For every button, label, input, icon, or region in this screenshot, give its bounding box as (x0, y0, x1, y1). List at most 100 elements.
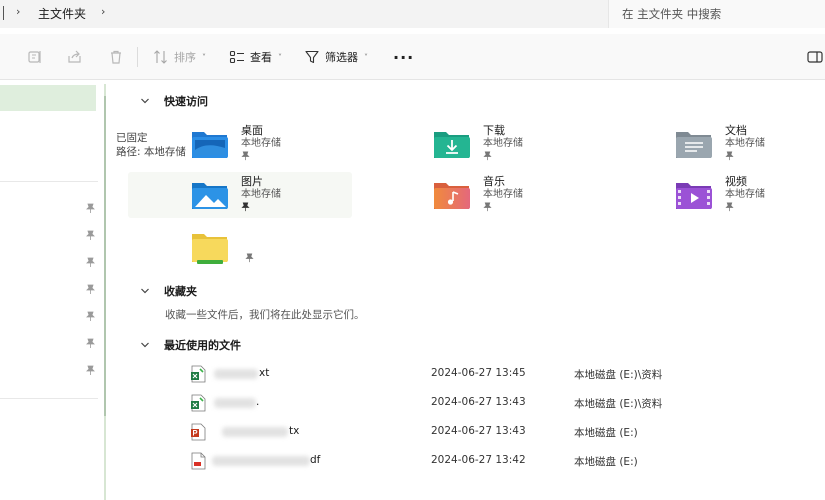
toolbar-divider (137, 47, 138, 67)
filter-icon (305, 50, 319, 64)
file-name: df (310, 454, 321, 466)
sort-button[interactable]: 排序 ˅ (153, 47, 206, 67)
file-location: 本地磁盘 (E:)\资料 (574, 398, 663, 410)
pane-splitter-shadow (104, 96, 106, 416)
quick-access-pictures[interactable]: 图片 本地存储 (191, 175, 281, 215)
pin-icon (483, 151, 492, 161)
favorites-header[interactable]: 收藏夹 (140, 283, 197, 299)
breadcrumb-chevron-icon[interactable]: › (16, 5, 20, 18)
tile-location: 本地存储 (725, 138, 765, 149)
nav-pin-icon[interactable] (86, 365, 95, 376)
pin-icon (725, 151, 734, 161)
quick-access-music[interactable]: 音乐 本地存储 (433, 175, 523, 215)
window-edge (0, 6, 4, 20)
share-icon[interactable] (66, 48, 84, 66)
tile-name: 视频 (725, 175, 747, 188)
filter-label: 筛选器 (325, 51, 358, 64)
nav-divider (0, 181, 98, 182)
yellow-folder-icon (192, 234, 228, 264)
search-input[interactable] (609, 0, 809, 28)
nav-pin-icon[interactable] (86, 338, 95, 349)
quick-access-desktop[interactable]: 桌面 本地存储 (191, 124, 281, 164)
breadcrumb-expand-chevron-icon[interactable]: › (101, 5, 105, 18)
redacted-filename (214, 369, 258, 379)
excel-file-icon (191, 394, 206, 412)
address-bar: › 主文件夹 › (0, 0, 825, 28)
delete-icon[interactable] (107, 48, 125, 66)
view-chevron-down-icon: ˅ (278, 52, 282, 62)
quick-access-videos[interactable]: 视频 本地存储 (675, 175, 765, 215)
videos-folder-icon (676, 183, 712, 209)
file-location: 本地磁盘 (E:)\资料 (574, 369, 663, 381)
tile-location: 本地存储 (241, 189, 281, 200)
quick-access-folder[interactable] (191, 226, 254, 266)
details-pane-icon[interactable] (806, 48, 824, 66)
view-icon (229, 50, 244, 64)
recent-file-row[interactable]: tx 2024-06-27 13:43 本地磁盘 (E:) (188, 422, 825, 444)
file-date: 2024-06-27 13:43 (431, 396, 526, 408)
nav-pin-icon[interactable] (86, 203, 95, 214)
sort-icon (154, 50, 167, 64)
pinned-tooltip: 已固定 路径: 本地存储 (116, 131, 186, 159)
chevron-down-icon (141, 288, 149, 294)
desktop-folder-icon (192, 132, 228, 158)
redacted-filename (212, 456, 310, 466)
music-folder-icon (434, 183, 470, 209)
chevron-down-icon (141, 98, 149, 104)
favorites-empty-message: 收藏一些文件后，我们将在此处显示它们。 (165, 309, 365, 321)
tile-location: 本地存储 (483, 189, 523, 200)
tile-name: 文档 (725, 124, 747, 137)
more-options-button[interactable]: ··· (393, 48, 414, 67)
section-title: 快速访问 (164, 95, 208, 108)
nav-pin-icon[interactable] (86, 284, 95, 295)
tile-name: 图片 (241, 175, 263, 188)
pin-icon (725, 202, 734, 212)
file-name: tx (289, 425, 300, 437)
pin-icon (241, 202, 250, 212)
pin-icon (241, 151, 250, 161)
nav-pin-icon[interactable] (86, 311, 95, 322)
powerpoint-file-icon (191, 423, 206, 441)
pin-icon (245, 253, 254, 263)
file-location: 本地磁盘 (E:) (574, 427, 638, 439)
tile-location: 本地存储 (241, 138, 281, 149)
tile-name: 桌面 (241, 124, 263, 137)
tile-name: 下载 (483, 124, 505, 137)
recent-files-header[interactable]: 最近使用的文件 (140, 337, 241, 353)
section-title: 收藏夹 (164, 285, 197, 298)
command-bar: 排序 ˅ 查看 ˅ 筛选器 ˅ ··· (0, 34, 825, 80)
redacted-filename (214, 398, 256, 408)
file-date: 2024-06-27 13:43 (431, 425, 526, 437)
filter-chevron-down-icon: ˅ (364, 52, 368, 62)
recent-file-row[interactable]: df 2024-06-27 13:42 本地磁盘 (E:) (188, 451, 825, 473)
pdf-file-icon (191, 452, 206, 470)
breadcrumb-current[interactable]: 主文件夹 (38, 5, 86, 22)
nav-divider (0, 398, 98, 399)
view-button[interactable]: 查看 ˅ (229, 47, 282, 67)
tooltip-line: 路径: 本地存储 (116, 146, 186, 158)
recent-file-row[interactable]: . 2024-06-27 13:43 本地磁盘 (E:)\资料 (188, 393, 825, 415)
recent-file-row[interactable]: xt 2024-06-27 13:45 本地磁盘 (E:)\资料 (188, 364, 825, 386)
file-location: 本地磁盘 (E:) (574, 456, 638, 468)
downloads-folder-icon (434, 132, 470, 158)
redacted-filename (222, 427, 288, 437)
sort-chevron-down-icon: ˅ (202, 52, 206, 62)
file-date: 2024-06-27 13:42 (431, 454, 526, 466)
nav-pin-icon[interactable] (86, 257, 95, 268)
pin-icon (483, 202, 492, 212)
quick-access-downloads[interactable]: 下载 本地存储 (433, 124, 523, 164)
search-box[interactable] (608, 0, 825, 28)
sort-label: 排序 (174, 51, 196, 64)
excel-file-icon (191, 365, 206, 383)
file-name: . (256, 396, 260, 408)
nav-item-selected[interactable] (0, 85, 96, 111)
filter-button[interactable]: 筛选器 ˅ (304, 47, 368, 67)
nav-pin-icon[interactable] (86, 230, 95, 241)
tile-name: 音乐 (483, 175, 505, 188)
tile-location: 本地存储 (483, 138, 523, 149)
quick-access-header[interactable]: 快速访问 (140, 93, 208, 109)
view-label: 查看 (250, 51, 272, 64)
pictures-folder-icon (192, 183, 228, 209)
rename-icon[interactable] (26, 48, 44, 66)
quick-access-documents[interactable]: 文档 本地存储 (675, 124, 765, 164)
